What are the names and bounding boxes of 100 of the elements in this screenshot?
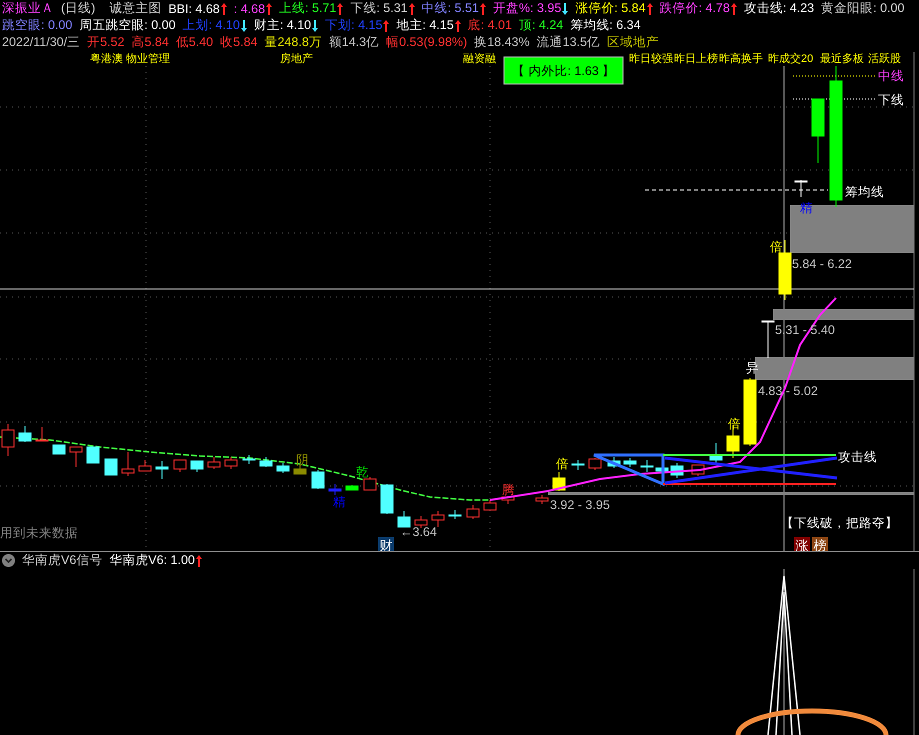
concept-tag: 昨日较强 (629, 53, 673, 65)
indicator-value: 上线: 5.71 (279, 0, 336, 17)
line-label: 攻击线 (838, 450, 877, 464)
concept-tag: 昨成交20 (768, 53, 814, 65)
dropdown-icon[interactable] (2, 554, 15, 567)
concept-tag: 房地产 (280, 53, 313, 65)
candlestick (744, 378, 756, 446)
candlestick (208, 456, 220, 470)
indicator-value: 顶: 4.24 (518, 17, 564, 34)
candlestick (640, 460, 654, 472)
candlestick (346, 484, 358, 490)
candlestick (670, 462, 684, 478)
chart-annotation: ←3.64 (400, 525, 437, 539)
line-label: 下线 (878, 93, 904, 107)
indicator-value: 换18.43% (474, 34, 530, 51)
chart-annotation: 3.92 - 3.95 (550, 498, 610, 512)
candlestick (448, 510, 462, 520)
candlestick (312, 470, 324, 490)
candlestick (794, 180, 808, 198)
candlestick (656, 464, 668, 474)
candlestick (812, 98, 824, 164)
chart-annotation: 异 (746, 361, 759, 375)
indicator-value: 地主: 4.15 (396, 17, 454, 34)
indicator-value: 开5.52 (87, 34, 124, 51)
line-label: 中线 (878, 69, 904, 83)
candlestick (260, 456, 272, 468)
concept-tag: 最近多板 (820, 53, 864, 65)
indicator-value: 跌停价: 4.78 (660, 0, 730, 17)
candlestick (398, 510, 410, 528)
chart-annotation: 用到未来数据 (0, 526, 78, 540)
chart-annotation: 倍 (770, 240, 783, 254)
chart-annotation: 【下线破，把路夺】 (781, 516, 898, 530)
indicator-value: 下划: 4.15 (325, 17, 382, 34)
indicator-value: 区域地产 (606, 34, 659, 51)
signal-badge: 涨 (794, 537, 810, 552)
candlestick (18, 426, 32, 442)
indicator-value: 额14.3亿 (328, 34, 380, 51)
candlestick (572, 460, 584, 470)
candlestick (104, 458, 118, 476)
indicator-value: 涨停价: 5.84 (575, 0, 646, 17)
candlestick (380, 484, 394, 514)
indicator-value: 华南虎V6: 1.00 (109, 552, 195, 569)
chart-annotation: 精 (333, 495, 346, 509)
candlestick (122, 452, 134, 476)
concept-tag: 融资融 (463, 53, 496, 65)
candlestick (432, 510, 444, 528)
candlestick (484, 500, 496, 510)
indicator-value: 高5.84 (131, 34, 169, 51)
concept-tag: 粤港澳 物业管理 (90, 53, 170, 65)
indicator-value: 量248.8万 (264, 34, 322, 51)
signal-badge: 财 (378, 537, 394, 552)
candlestick (156, 460, 168, 480)
indicator-value: 流通13.5亿 (536, 34, 600, 51)
candlestick (138, 460, 152, 472)
indicator-value: 2022/11/30/三 (2, 34, 80, 51)
concept-tag: 昨日上榜 (674, 53, 718, 65)
indicator-value: BBI: 4.68 (168, 2, 220, 16)
indicator-value: 收5.84 (220, 34, 258, 51)
indicator-value: 低5.40 (176, 34, 214, 51)
candlestick (328, 484, 342, 496)
indicator-value: : 4.68 (234, 2, 266, 16)
panel-title: 华南虎V6信号 (22, 552, 102, 569)
concept-tag: 昨高换手 (719, 53, 763, 65)
indicator-value: 上划: 4.10 (182, 17, 240, 34)
chart-annotation: 阴 (296, 453, 309, 467)
indicator-value: 攻击线: 4.23 (744, 0, 814, 17)
candlestick (190, 460, 204, 472)
chart-annotation: 精 (800, 201, 813, 215)
candlestick (364, 476, 376, 490)
candlestick (86, 446, 100, 464)
indicator-value: 跳空眼: 0.00 (2, 17, 72, 34)
signal-badge: 榜 (812, 537, 828, 552)
indicator-value: 下线: 5.31 (350, 0, 408, 17)
candlestick (414, 516, 428, 528)
candlestick (466, 504, 480, 520)
indicator-value: 黄金阳眼: 0.00 (821, 0, 904, 17)
chart-annotation: 5.84 - 6.22 (792, 257, 852, 271)
chart-annotation: 乾 (356, 465, 369, 479)
stock-name: 深振业Ａ (2, 0, 54, 17)
candlestick (224, 456, 238, 470)
indicator-value: 开盘%: 3.95 (492, 0, 562, 17)
candlestick (242, 454, 256, 464)
candlestick (502, 496, 514, 504)
candlestick (174, 460, 186, 472)
candlestick (36, 426, 48, 442)
chart-annotation: 腾 (502, 483, 515, 497)
chart-annotation: 倍 (556, 457, 569, 471)
indicator-value: 底: 4.01 (468, 17, 512, 34)
indicator-value: 周五跳空眼: 0.00 (79, 17, 176, 34)
chart-annotation: 4.83 - 5.02 (758, 384, 818, 398)
candlestick (762, 320, 774, 358)
template-name: 诚意主图 (109, 0, 162, 17)
candlestick (710, 442, 722, 466)
indicator-value: 财主: 4.10 (254, 17, 312, 34)
period-label: (日线) (61, 0, 96, 17)
indicator-value: 幅0.53(9.98%) (386, 34, 468, 51)
candlestick (52, 444, 66, 454)
candlestick (608, 456, 620, 468)
candlestick (70, 446, 82, 468)
candlestick (624, 458, 636, 468)
